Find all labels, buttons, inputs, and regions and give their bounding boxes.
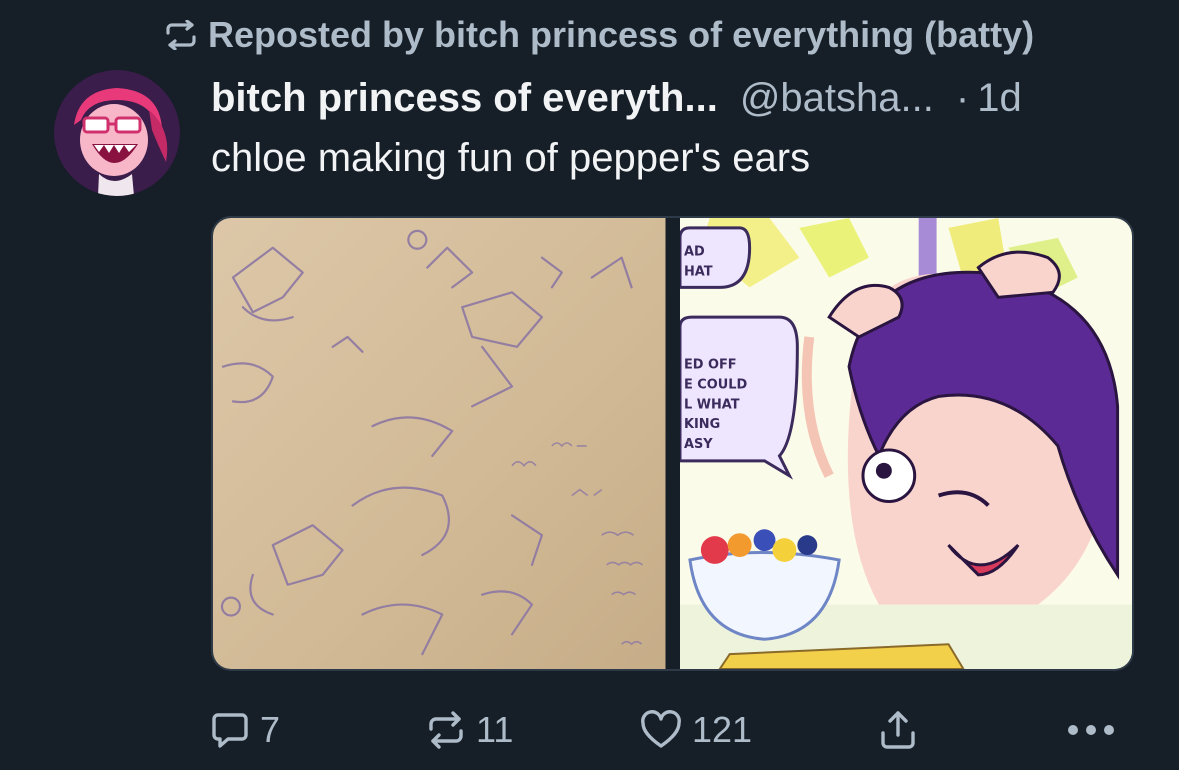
svg-text:KING: KING xyxy=(683,417,719,432)
repost-count: 11 xyxy=(476,709,514,750)
separator-dot: · xyxy=(955,75,970,120)
heart-icon xyxy=(640,710,682,750)
svg-text:HAT: HAT xyxy=(683,265,712,280)
repost-action-icon xyxy=(426,710,466,750)
comic-image[interactable]: AD HAT ED OFF E COULD L WHAT KING ASY xyxy=(679,218,1132,669)
timestamp[interactable]: 1d xyxy=(977,76,1022,121)
handle[interactable]: @batsha... xyxy=(740,76,934,121)
share-button[interactable] xyxy=(878,700,918,760)
media-gallery: AD HAT ED OFF E COULD L WHAT KING ASY xyxy=(211,216,1134,671)
svg-text:ASY: ASY xyxy=(683,437,712,452)
like-count: 121 xyxy=(692,709,753,750)
like-button[interactable]: 121 xyxy=(640,700,752,760)
more-icon xyxy=(1066,723,1116,737)
reply-count: 7 xyxy=(260,709,281,750)
post-header: bitch princess of everyth... @batsha... … xyxy=(211,70,1022,126)
action-bar: 7 11 121 xyxy=(210,700,1130,760)
repost-icon xyxy=(164,20,198,50)
avatar[interactable] xyxy=(54,70,180,196)
reply-button[interactable]: 7 xyxy=(210,700,280,760)
repost-button[interactable]: 11 xyxy=(426,700,513,760)
share-icon xyxy=(878,709,918,751)
sketch-image[interactable] xyxy=(213,218,666,669)
more-options-button[interactable] xyxy=(1066,700,1116,760)
post-text: chloe making fun of pepper's ears xyxy=(211,136,811,180)
display-name[interactable]: bitch princess of everyth... xyxy=(211,76,718,121)
repost-label: Reposted by bitch princess of everything… xyxy=(208,14,1035,55)
svg-text:ED OFF: ED OFF xyxy=(683,358,736,373)
svg-text:L WHAT: L WHAT xyxy=(683,397,739,412)
svg-text:AD: AD xyxy=(683,245,704,260)
repost-context[interactable]: Reposted by bitch princess of everything… xyxy=(164,12,1034,58)
reply-icon xyxy=(210,710,250,750)
svg-text:E COULD: E COULD xyxy=(683,378,746,393)
